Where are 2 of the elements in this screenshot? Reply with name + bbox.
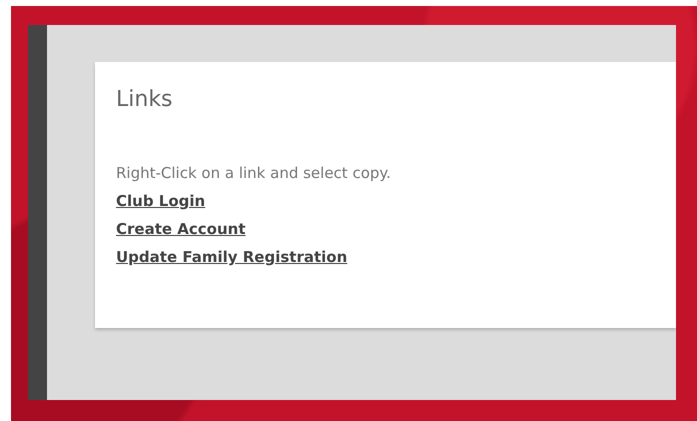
instruction-text: Right-Click on a link and select copy. — [116, 163, 391, 184]
card-title: Links — [116, 87, 173, 112]
